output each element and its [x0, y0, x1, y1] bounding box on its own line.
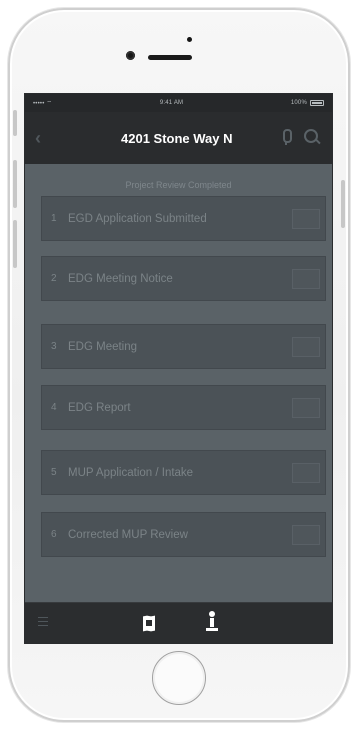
battery-icon — [309, 100, 324, 106]
back-icon[interactable]: ‹ — [35, 129, 41, 147]
step-status-chip — [292, 337, 320, 357]
map-fold — [146, 620, 152, 626]
review-status-banner: Project Review Completed — [125, 180, 232, 190]
status-carrier: ••••• ⌔ — [33, 99, 52, 107]
navigation-bar: ‹ 4201 Stone Way N — [25, 112, 332, 164]
volume-up-button — [13, 160, 17, 208]
microphone-icon[interactable] — [281, 129, 292, 145]
bottom-tab-bar — [25, 602, 332, 643]
person-base — [206, 628, 218, 631]
step-number: 5 — [51, 467, 57, 478]
menu-icon[interactable] — [38, 616, 48, 626]
front-camera — [126, 51, 135, 60]
step-number: 2 — [51, 273, 57, 284]
status-bar: ••••• ⌔ 9:41 AM 100% — [25, 94, 332, 112]
step-status-chip — [292, 398, 320, 418]
status-battery-text: 100% — [290, 100, 307, 106]
step-status-chip — [292, 463, 320, 483]
app-screen: ••••• ⌔ 9:41 AM 100% ‹ 4201 Stone Way N … — [24, 93, 333, 644]
menu-line — [38, 617, 48, 618]
step-label: MUP Application / Intake — [68, 466, 194, 479]
home-button[interactable] — [152, 651, 206, 705]
step-number: 1 — [51, 213, 57, 224]
review-step-4[interactable]: 4 EDG Report — [41, 385, 326, 430]
earpiece-speaker — [148, 55, 192, 60]
status-battery: 100% — [291, 100, 324, 106]
mute-switch — [13, 110, 17, 136]
power-button — [341, 180, 345, 228]
volume-down-button — [13, 220, 17, 268]
status-time: 9:41 AM — [159, 100, 184, 106]
step-number: 6 — [51, 529, 57, 540]
step-label: EDG Report — [68, 401, 131, 414]
review-step-6[interactable]: 6 Corrected MUP Review — [41, 512, 326, 557]
step-label: EDG Meeting Notice — [68, 272, 173, 285]
proximity-sensor — [187, 37, 192, 42]
map-icon[interactable] — [143, 615, 156, 632]
step-label: EDG Meeting — [68, 340, 138, 353]
status-carrier-text: ••••• ⌔ — [33, 101, 53, 107]
review-step-3[interactable]: 3 EDG Meeting — [41, 324, 326, 369]
person-torso — [210, 618, 214, 627]
review-step-1[interactable]: 1 EGD Application Submitted — [41, 196, 326, 241]
search-icon[interactable] — [304, 129, 319, 144]
menu-line — [38, 625, 48, 626]
step-label: Corrected MUP Review — [68, 528, 188, 541]
step-status-chip — [292, 525, 320, 545]
step-number: 4 — [51, 402, 57, 413]
step-number: 3 — [51, 341, 57, 352]
step-status-chip — [292, 269, 320, 289]
menu-line — [38, 621, 48, 622]
review-step-2[interactable]: 2 EDG Meeting Notice — [41, 256, 326, 301]
step-status-chip — [292, 209, 320, 229]
review-step-5[interactable]: 5 MUP Application / Intake — [41, 450, 326, 495]
person-head — [209, 611, 215, 617]
page-title: 4201 Stone Way N — [121, 131, 233, 146]
review-content: Project Review Completed 1 EGD Applicati… — [25, 164, 332, 604]
step-label: EGD Application Submitted — [68, 212, 207, 225]
person-icon[interactable] — [206, 611, 218, 635]
